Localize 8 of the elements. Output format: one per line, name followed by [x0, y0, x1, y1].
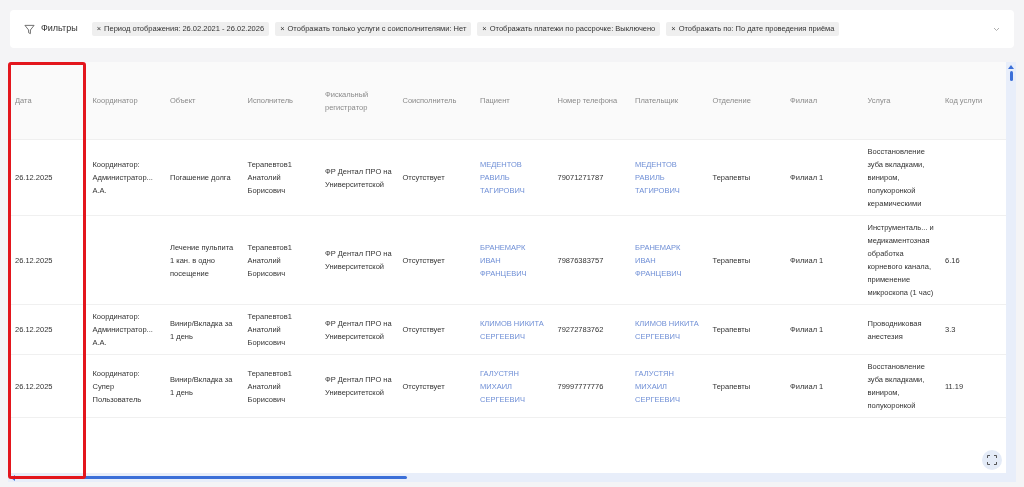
chevron-down-icon[interactable] — [993, 26, 1000, 32]
fullscreen-icon — [987, 455, 997, 465]
scroll-thumb[interactable] — [1009, 71, 1013, 81]
filter-icon — [24, 23, 35, 35]
scroll-up-icon[interactable] — [1008, 65, 1014, 69]
filters-label: Фильтры — [41, 22, 78, 36]
fullscreen-button[interactable] — [982, 450, 1002, 470]
scroll-left-icon[interactable] — [11, 474, 15, 481]
